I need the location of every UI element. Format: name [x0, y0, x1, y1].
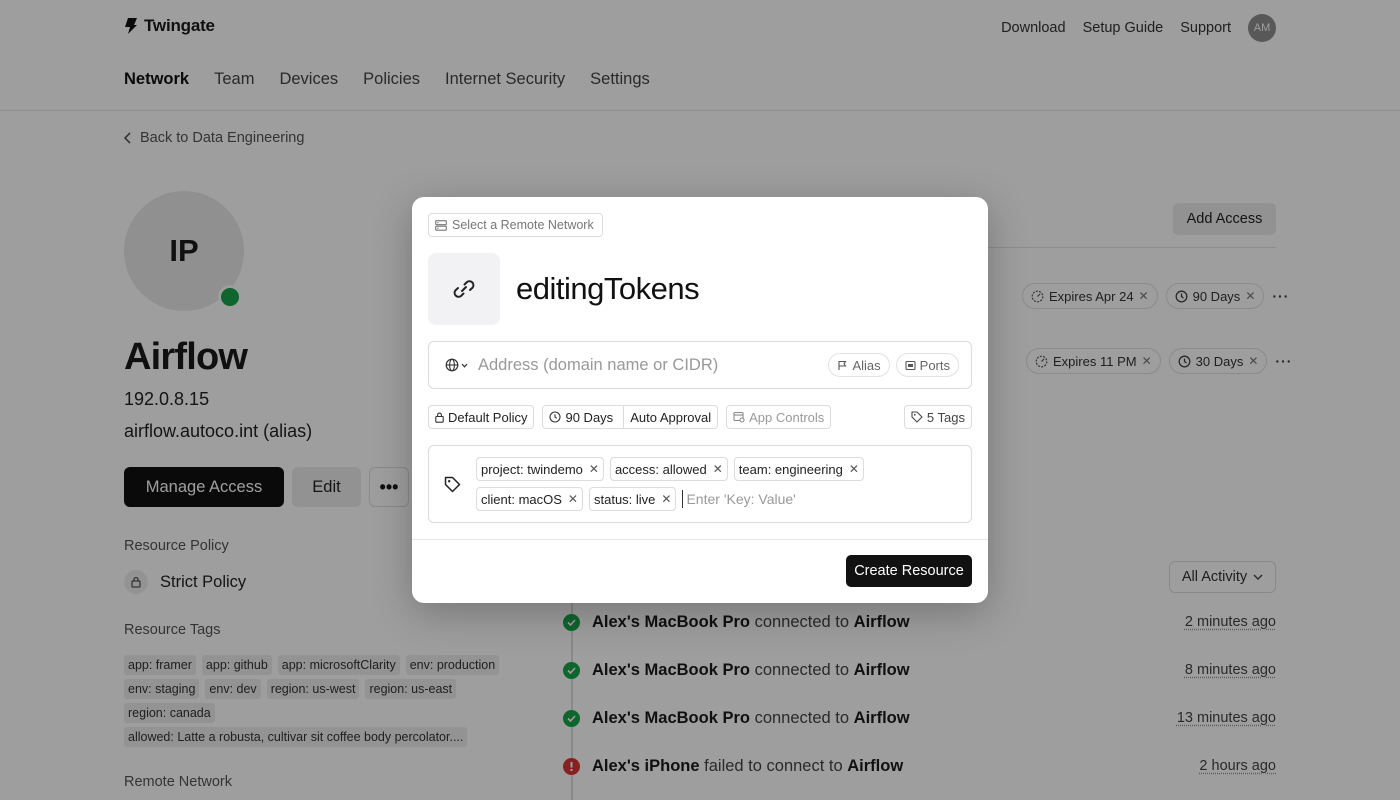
remove-tag-icon[interactable]: ✕ — [589, 462, 599, 476]
tag-chip-label: access: allowed — [614, 461, 707, 477]
duration-select[interactable]: 90 Days — [543, 406, 619, 428]
tag-chip-label: team: engineering — [738, 461, 843, 477]
approval-select[interactable]: Auto Approval — [623, 406, 717, 428]
modal-divider — [412, 539, 988, 540]
tag-icon — [911, 411, 923, 423]
tag-chip-label: project: twindemo — [481, 461, 583, 477]
policy-select[interactable]: Default Policy — [428, 405, 535, 429]
remove-tag-icon[interactable]: ✕ — [661, 492, 671, 506]
tag-list: project: twindemo ✕ access: allowed ✕ team… — [476, 457, 966, 511]
policy-select-label: Default Policy — [448, 409, 528, 425]
tag-chip-label: status: live — [593, 491, 656, 507]
app-controls-label: App Controls — [749, 409, 825, 425]
tag-chip[interactable]: access: allowed ✕ — [609, 457, 728, 481]
protocol-dropdown[interactable] — [445, 358, 468, 372]
create-resource-modal: Select a Remote Network editingTokens Al… — [412, 197, 988, 603]
tags-count-button[interactable]: 5 Tags — [903, 405, 972, 429]
ports-icon — [905, 360, 916, 370]
tags-editor[interactable]: project: twindemo ✕ access: allowed ✕ team… — [428, 445, 972, 523]
tag-chip[interactable]: team: engineering ✕ — [733, 457, 864, 481]
lock-icon — [435, 412, 444, 423]
resource-icon-picker[interactable] — [428, 253, 500, 325]
approval-select-label: Auto Approval — [630, 409, 712, 425]
tag-chip[interactable]: project: twindemo ✕ — [476, 457, 604, 481]
remove-tag-icon[interactable]: ✕ — [568, 492, 578, 506]
alias-flag-icon — [838, 360, 848, 370]
remove-tag-icon[interactable]: ✕ — [849, 462, 859, 476]
remote-network-select[interactable]: Select a Remote Network — [428, 213, 603, 237]
tags-count-label: 5 Tags — [926, 409, 965, 425]
resource-title[interactable]: editingTokens — [516, 271, 700, 307]
duration-select-label: 90 Days — [565, 409, 614, 425]
resource-options-row: Default Policy 90 Days Auto Approval App… — [428, 405, 972, 429]
remote-network-select-label: Select a Remote Network — [452, 218, 594, 232]
remove-tag-icon[interactable]: ✕ — [713, 462, 723, 476]
alias-button-label: Alias — [852, 357, 881, 373]
create-resource-button[interactable]: Create Resource — [846, 555, 972, 587]
tag-chip[interactable]: status: live ✕ — [588, 487, 677, 511]
server-icon — [435, 219, 447, 231]
address-input[interactable] — [478, 355, 823, 375]
tag-chip[interactable]: client: macOS ✕ — [476, 487, 583, 511]
chevron-down-icon — [461, 363, 468, 368]
tag-chip-label: client: macOS — [481, 491, 562, 507]
tag-input[interactable] — [682, 490, 843, 508]
access-duration-group: 90 Days Auto Approval — [542, 405, 719, 429]
app-controls-button[interactable]: App Controls — [726, 405, 832, 429]
clock-icon — [549, 411, 562, 423]
link-icon — [453, 280, 475, 298]
tag-icon — [444, 476, 461, 493]
ports-button-label: Ports — [919, 357, 950, 373]
app-controls-icon — [733, 411, 745, 423]
globe-icon — [445, 358, 459, 372]
alias-button[interactable]: Alias — [828, 353, 890, 377]
address-field[interactable]: Alias Ports — [428, 341, 972, 389]
ports-button[interactable]: Ports — [895, 353, 959, 377]
